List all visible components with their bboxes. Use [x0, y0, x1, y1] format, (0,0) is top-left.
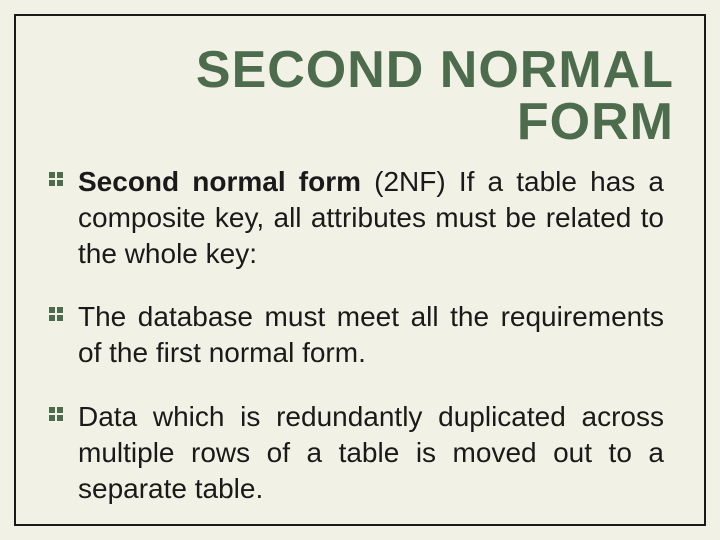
bullet-icon — [48, 406, 64, 422]
list-item: Data which is redundantly duplicated acr… — [78, 399, 664, 506]
item-text: Data which is redundantly duplicated acr… — [78, 401, 664, 504]
slide-frame: SECOND NORMAL FORM Second normal form (2… — [14, 14, 706, 526]
list-item: Second normal form (2NF) If a table has … — [78, 164, 664, 271]
list-item: The database must meet all the requireme… — [78, 299, 664, 371]
bullet-icon — [48, 171, 64, 187]
item-text: The database must meet all the requireme… — [78, 301, 664, 368]
slide-title: SECOND NORMAL FORM — [16, 16, 704, 158]
bullet-icon — [48, 306, 64, 322]
bullet-list: Second normal form (2NF) If a table has … — [16, 158, 704, 507]
bold-lead: Second normal form — [78, 166, 361, 197]
